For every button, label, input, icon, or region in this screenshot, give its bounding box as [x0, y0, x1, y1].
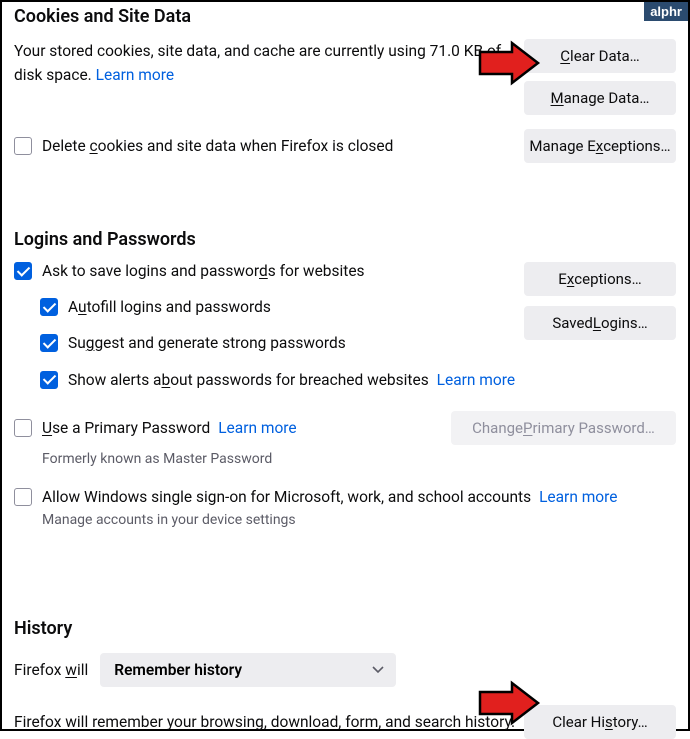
delete-on-close-checkbox[interactable]	[14, 137, 32, 155]
history-desc: Firefox will remember your browsing, dow…	[14, 713, 524, 731]
change-primary-password-button: Change Primary Password…	[451, 411, 676, 445]
ask-save-checkbox[interactable]	[14, 262, 32, 280]
cookies-desc: Your stored cookies, site data, and cach…	[14, 39, 524, 87]
logins-title: Logins and Passwords	[14, 229, 676, 250]
autofill-checkbox[interactable]	[40, 298, 58, 316]
primary-learn-more-link[interactable]: Learn more	[218, 419, 296, 437]
win-sso-label: Allow Windows single sign-on for Microso…	[42, 488, 531, 506]
primary-password-checkbox[interactable]	[14, 419, 32, 437]
history-will-label: Firefox will	[14, 661, 88, 679]
manage-data-button[interactable]: Manage Data…	[524, 81, 676, 115]
cookies-desc-pre: Your stored cookies, site data, and cach…	[14, 42, 430, 60]
primary-helper-text: Formerly known as Master Password	[42, 451, 676, 467]
logins-section: Logins and Passwords Ask to save logins …	[14, 229, 676, 528]
saved-logins-button[interactable]: Saved Logins…	[524, 306, 676, 340]
win-sso-learn-more-link[interactable]: Learn more	[539, 488, 617, 506]
suggest-checkbox[interactable]	[40, 334, 58, 352]
manage-exceptions-button[interactable]: Manage Exceptions…	[524, 129, 676, 163]
suggest-label: Suggest and generate strong passwords	[68, 334, 346, 352]
clear-data-button[interactable]: Clear Data…	[524, 39, 676, 73]
alerts-learn-more-link[interactable]: Learn more	[437, 371, 515, 389]
delete-on-close-label: Delete cookies and site data when Firefo…	[42, 137, 393, 155]
brand-badge: alphr	[644, 2, 688, 21]
win-sso-checkbox[interactable]	[14, 488, 32, 506]
cookies-learn-more-link[interactable]: Learn more	[96, 66, 174, 84]
win-sso-helper-text: Manage accounts in your device settings	[42, 512, 676, 528]
history-title: History	[14, 618, 676, 639]
alerts-label: Show alerts about passwords for breached…	[68, 371, 429, 389]
alerts-checkbox[interactable]	[40, 371, 58, 389]
autofill-label: Autofill logins and passwords	[68, 298, 271, 316]
history-section: History Firefox will Remember history Fi…	[14, 618, 676, 739]
history-mode-select[interactable]: Remember history	[100, 653, 396, 687]
cookies-title: Cookies and Site Data	[14, 6, 676, 27]
primary-password-label: Use a Primary Password	[42, 419, 210, 437]
ask-save-label: Ask to save logins and passwords for web…	[42, 262, 365, 280]
clear-history-button[interactable]: Clear History…	[524, 705, 676, 739]
cookies-section: Cookies and Site Data Your stored cookie…	[14, 2, 676, 163]
exceptions-button[interactable]: Exceptions…	[524, 262, 676, 296]
cookies-size: 71.0 KB	[430, 42, 483, 60]
